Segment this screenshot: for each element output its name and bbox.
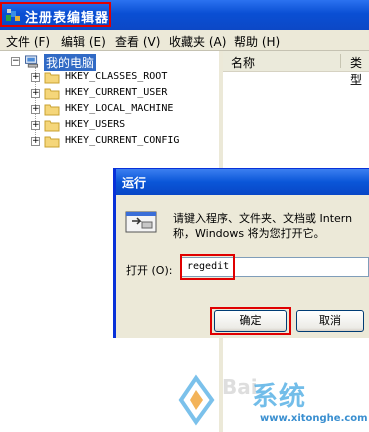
column-divider[interactable] — [340, 54, 341, 68]
folder-icon — [44, 72, 60, 84]
menu-edit[interactable]: 编辑 (E) — [61, 33, 106, 50]
collapse-icon[interactable]: − — [11, 57, 20, 66]
folder-icon — [44, 136, 60, 148]
watermark-url: www.xitonghe.com — [260, 413, 368, 424]
expand-icon[interactable]: + — [31, 121, 40, 130]
tree-key-row[interactable]: + HKEY_CURRENT_CONFIG — [0, 134, 220, 150]
tree-key-row[interactable]: + HKEY_USERS — [0, 118, 220, 134]
description-line: 称，Windows 将为您打开它。 — [173, 227, 325, 240]
tree-key-label[interactable]: HKEY_CURRENT_USER — [65, 87, 167, 98]
folder-icon — [44, 104, 60, 116]
column-header-type[interactable]: 类型 — [350, 54, 369, 88]
expand-icon[interactable]: + — [31, 89, 40, 98]
my-computer-icon — [25, 55, 39, 68]
run-dialog: 运行 请键入程序、文件夹、文档或 Intern 称，Windows 将为您打开它… — [113, 168, 369, 338]
run-dialog-title: 运行 — [122, 176, 147, 190]
tree-key-label[interactable]: HKEY_CLASSES_ROOT — [65, 71, 167, 82]
tree-key-row[interactable]: + HKEY_CURRENT_USER — [0, 86, 220, 102]
registry-editor-titlebar[interactable]: 注册表编辑器 — [0, 0, 369, 30]
tree-key-label[interactable]: HKEY_USERS — [65, 119, 125, 130]
cancel-button[interactable]: 取消 — [296, 310, 364, 332]
tree-key-row[interactable]: + HKEY_LOCAL_MACHINE — [0, 102, 220, 118]
input-highlight-box — [180, 254, 235, 280]
expand-icon[interactable]: + — [31, 105, 40, 114]
folder-icon — [44, 120, 60, 132]
expand-icon[interactable]: + — [31, 73, 40, 82]
menu-help[interactable]: 帮助 (H) — [234, 33, 280, 50]
folder-icon — [44, 88, 60, 100]
tree-root-label[interactable]: 我的电脑 — [44, 54, 97, 71]
expand-icon[interactable]: + — [31, 137, 40, 146]
menu-bar: 文件 (F) 编辑 (E) 查看 (V) 收藏夹 (A) 帮助 (H) — [0, 30, 369, 51]
run-dialog-description: 请键入程序、文件夹、文档或 Intern 称，Windows 将为您打开它。 — [173, 211, 369, 241]
list-header: 名称 类型 — [223, 51, 369, 87]
tree-key-label[interactable]: HKEY_CURRENT_CONFIG — [65, 135, 179, 146]
tree-key-label[interactable]: HKEY_LOCAL_MACHINE — [65, 103, 173, 114]
menu-favorites[interactable]: 收藏夹 (A) — [169, 33, 226, 50]
ok-highlight-box — [210, 307, 291, 335]
run-dialog-titlebar[interactable]: 运行 — [116, 169, 369, 195]
menu-view[interactable]: 查看 (V) — [115, 33, 160, 50]
run-program-icon — [125, 211, 157, 233]
watermark-brand-text: 系统 — [252, 382, 307, 412]
title-highlight-box — [0, 2, 111, 27]
tree-key-row[interactable]: + HKEY_CLASSES_ROOT — [0, 70, 220, 86]
menu-file[interactable]: 文件 (F) — [6, 33, 50, 50]
tree-root-row[interactable]: − 我的电脑 — [0, 54, 220, 71]
description-line: 请键入程序、文件夹、文档或 Intern — [173, 212, 353, 225]
open-label: 打开 (O): — [126, 264, 173, 277]
column-header-name[interactable]: 名称 — [231, 54, 255, 71]
